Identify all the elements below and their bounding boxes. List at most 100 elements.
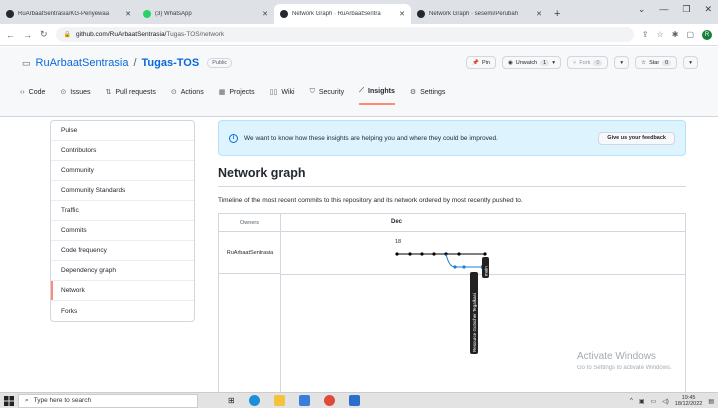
tab-projects[interactable]: ▦ Projects [219,87,255,105]
commit-dot[interactable] [432,252,436,256]
pin-button[interactable]: 📌 Pin [466,56,496,69]
fork-icon: ⑂ [573,59,577,66]
sidebar-item-traffic[interactable]: Traffic [51,201,194,221]
tab-pull-requests[interactable]: ⇅ Pull requests [106,87,156,105]
minimize-icon[interactable]: — [659,4,668,15]
sidebar-item-forks[interactable]: Forks [51,301,194,321]
repo-owner-link[interactable]: RuArbaatSentrasia [36,57,129,69]
sidebar-item-commits[interactable]: Commits [51,221,194,241]
chevron-down-icon: ▾ [552,59,555,66]
toolbar-icons: ⇪ ☆ ✱ ▢ R [642,29,712,40]
store-icon[interactable] [298,395,310,406]
tab-code[interactable]: ‹› Code [20,87,45,105]
repo-name-link[interactable]: Tugas-TOS [142,57,200,69]
tab-insights[interactable]: ⟋ Insights [359,87,395,105]
file-explorer-icon[interactable] [273,395,285,406]
windows-start-button[interactable] [0,395,18,406]
activation-watermark-subtitle: Go to Settings to activate Windows. [577,365,672,371]
clock[interactable]: 19:45 18/12/2022 [675,395,703,408]
close-icon[interactable]: ✕ [399,10,405,18]
tab-settings[interactable]: ⚙ Settings [410,87,446,105]
fork-dropdown-button[interactable]: ▾ [614,56,630,69]
sidebar-item-pulse[interactable]: Pulse [51,121,194,141]
star-dropdown-button[interactable]: ▾ [683,56,698,69]
browser-tab-2[interactable]: (3) WhatsApp ✕ [137,4,274,24]
battery-icon[interactable]: ▭ [651,398,657,405]
tab-search-icon[interactable]: ⌄ [638,4,646,15]
tab-actions[interactable]: ⊙ Actions [171,87,204,105]
network-icon[interactable]: ▣ [639,398,645,405]
close-icon[interactable]: ✕ [262,10,268,18]
tab-title: (3) WhatsApp [155,11,192,17]
tab-label: Actions [180,88,204,96]
search-icon: ⌕ [25,396,29,404]
tab-title: Network Graph · sesemi/Perubah [429,11,519,17]
commit-dot[interactable] [408,252,412,256]
reload-icon[interactable]: ↻ [40,29,48,40]
sidebar-item-dependency-graph[interactable]: Dependency graph [51,261,194,281]
network-graph[interactable]: Owners Dec RuArbaatSentrasia 18 main Res… [218,213,686,408]
feature-branch-line [445,253,482,268]
volume-icon[interactable]: ◁) [662,398,669,405]
url-field[interactable]: 🔒 github.com/RuArbaatSentrasia/Tugas-TOS… [55,27,634,42]
commit-dot[interactable] [462,265,466,269]
feedback-button[interactable]: Give us your feedback [598,131,675,145]
notification-icon[interactable]: ▤ [708,398,714,405]
sidebar-item-network[interactable]: Network [51,281,194,301]
extensions-icon[interactable]: ✱ [672,30,679,39]
close-window-icon[interactable]: ✕ [704,4,712,15]
tab-issues[interactable]: ⊙ Issues [60,87,90,105]
taskbar-search-box[interactable]: ⌕ Type here to search [18,393,198,408]
table-icon: ▦ [218,89,226,96]
star-button[interactable]: ☆ Star 0 [635,56,678,69]
forward-icon[interactable]: → [23,30,32,40]
feature-branch-label[interactable]: Resource Gutscher Tegalkasi [472,293,477,352]
new-tab-button[interactable]: + [548,8,566,24]
sidepanel-icon[interactable]: ▢ [686,30,694,39]
sidebar-item-code-frequency[interactable]: Code frequency [51,241,194,261]
back-icon[interactable]: ← [6,30,15,40]
chevron-up-icon[interactable]: ^ [630,398,633,404]
pin-icon: 📌 [472,59,479,66]
chrome-icon[interactable] [323,395,335,406]
unwatch-button[interactable]: ◉ Unwatch 1 ▾ [501,56,561,69]
star-icon: ☆ [641,59,647,66]
tab-security[interactable]: ⛉ Security [310,87,345,105]
shield-icon: ⛉ [309,88,315,95]
commit-dot[interactable] [395,252,399,256]
photos-icon[interactable] [348,395,360,406]
activation-watermark-title: Activate Windows [577,351,656,362]
repo-header: ▭ RuArbaatSentrasia / Tugas-TOS Public 📌… [0,47,718,117]
fork-button[interactable]: ⑂ Fork 0 [567,56,609,69]
tab-wiki[interactable]: ▯▯ Wiki [270,87,295,105]
commit-dot[interactable] [457,252,461,256]
browser-tab-4[interactable]: Network Graph · sesemi/Perubah ✕ [411,4,548,24]
share-icon[interactable]: ⇪ [642,30,649,39]
browser-tab-1[interactable]: RuArbaatSentrasia/KG-Penyewaa ✕ [0,4,137,24]
browser-tab-3[interactable]: Network Graph · RuArbaatSentra ✕ [274,4,411,24]
star-label: Star [649,59,660,66]
profile-avatar[interactable]: R [702,29,712,40]
network-description: Timeline of the most recent commits to t… [218,197,523,204]
tab-label: Projects [229,88,255,96]
tab-label: Wiki [281,88,295,96]
sidebar-item-community[interactable]: Community [51,161,194,181]
close-icon[interactable]: ✕ [125,10,131,18]
book-icon: ▯▯ [269,89,278,96]
close-icon[interactable]: ✕ [536,10,542,18]
commit-dot[interactable] [420,252,424,256]
lock-icon[interactable]: 🔒 [64,31,71,38]
sidebar-item-contributors[interactable]: Contributors [51,141,194,161]
task-view-icon[interactable]: ⊞ [228,396,235,405]
repo-separator: / [133,57,137,69]
commit-dot[interactable] [483,252,487,256]
bookmark-star-icon[interactable]: ☆ [657,30,664,39]
edge-icon[interactable] [248,395,260,406]
commit-dot[interactable] [453,265,457,269]
sidebar-item-community-standards[interactable]: Community Standards [51,181,194,201]
gear-icon: ⚙ [409,89,417,96]
graph-icon: ⟋ [359,87,365,94]
restore-icon[interactable]: ❐ [682,4,690,15]
main-branch-label[interactable]: main [484,266,489,276]
windows-logo-icon [4,395,14,406]
